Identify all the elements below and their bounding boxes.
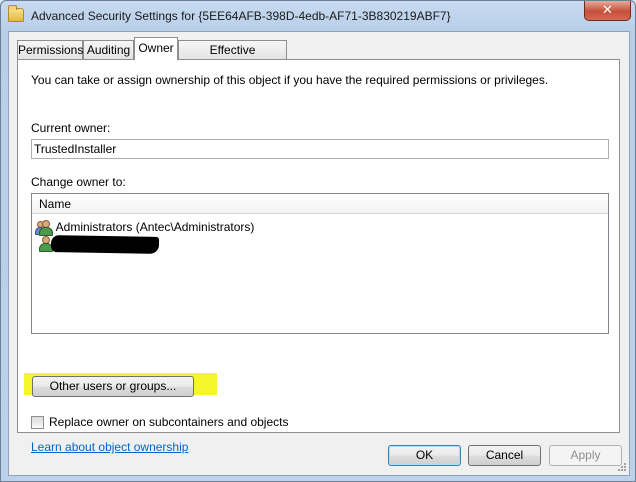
current-owner-label: Current owner: (31, 121, 111, 135)
tab-permissions[interactable]: Permissions (17, 40, 83, 59)
owner-description: You can take or assign ownership of this… (31, 73, 549, 87)
title-bar[interactable]: Advanced Security Settings for {5EE64AFB… (1, 1, 635, 31)
apply-button[interactable]: Apply (549, 445, 622, 466)
owner-tab-panel: You can take or assign ownership of this… (17, 59, 620, 454)
change-owner-list[interactable]: Name Administrators (Antec\Administrator… (31, 193, 609, 334)
ok-button[interactable]: OK (388, 445, 461, 466)
cancel-button[interactable]: Cancel (468, 445, 541, 466)
list-item-label: Administrators (Antec\Administrators) (55, 220, 255, 234)
change-owner-label: Change owner to: (31, 175, 126, 189)
resize-grip-icon[interactable] (617, 462, 627, 472)
tab-auditing[interactable]: Auditing (83, 40, 134, 59)
other-users-or-groups-button[interactable]: Other users or groups... (32, 376, 194, 397)
dialog-client-area: Permissions Auditing Owner Effective Per… (8, 31, 630, 476)
current-owner-field[interactable]: TrustedInstaller (31, 139, 609, 159)
tab-owner[interactable]: Owner (134, 37, 178, 60)
advanced-security-settings-window: Advanced Security Settings for {5EE64AFB… (0, 0, 636, 482)
close-button[interactable]: ✕ (584, 1, 631, 21)
learn-ownership-link[interactable]: Learn about object ownership (31, 440, 188, 454)
list-item[interactable]: Administrators (Antec\Administrators) (35, 219, 255, 237)
group-icon (35, 220, 53, 237)
folder-icon (8, 5, 24, 22)
replace-owner-checkbox[interactable] (31, 416, 44, 429)
window-title: Advanced Security Settings for {5EE64AFB… (31, 9, 451, 23)
column-header-name[interactable]: Name (32, 194, 608, 214)
redacted-username (50, 235, 160, 254)
tab-effective-permissions[interactable]: Effective Permissions (178, 40, 287, 75)
replace-owner-label[interactable]: Replace owner on subcontainers and objec… (49, 415, 288, 429)
